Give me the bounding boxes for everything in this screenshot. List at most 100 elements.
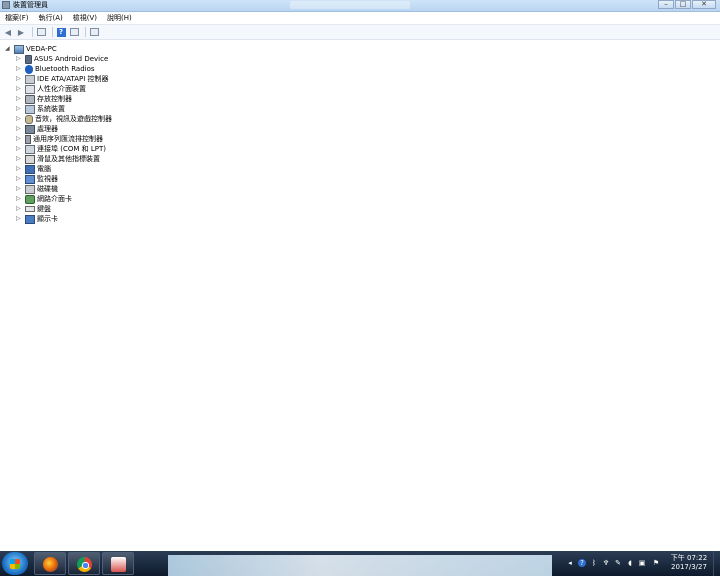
tree-item-ports[interactable]: ▷ 連接埠 (COM 和 LPT): [16, 144, 106, 154]
tree-item-label: 滑鼠及其他指標裝置: [37, 155, 100, 163]
tree-item-label: 人性化介面裝置: [37, 85, 86, 93]
tree-item-usb[interactable]: ▷ 通用序列匯流排控制器: [16, 134, 103, 144]
volume-icon[interactable]: ◖: [626, 559, 634, 567]
menu-action[interactable]: 執行(A): [39, 12, 63, 24]
clock[interactable]: 下午 07:22 2017/3/27: [668, 554, 710, 572]
taskbar-firefox[interactable]: [34, 552, 66, 575]
menu-file[interactable]: 檔案(F): [5, 12, 29, 24]
tree-item-hid[interactable]: ▷ 人性化介面裝置: [16, 84, 86, 94]
tree-item-label: 顯示卡: [37, 215, 58, 223]
back-button[interactable]: ◀: [3, 27, 13, 37]
minimize-button[interactable]: –: [658, 0, 674, 9]
arrow-right-icon: ▶: [17, 27, 25, 37]
close-button[interactable]: ✕: [692, 0, 716, 9]
expand-triangle-icon[interactable]: ▷: [16, 174, 22, 184]
expand-triangle-icon[interactable]: ▷: [16, 124, 22, 134]
expand-triangle-icon[interactable]: ▷: [16, 114, 22, 124]
tree-item-label: 系統裝置: [37, 105, 65, 113]
expand-triangle-icon[interactable]: ▷: [16, 104, 22, 114]
collapse-triangle-icon[interactable]: ◢: [5, 44, 11, 54]
tree-item-label: 存放控制器: [37, 95, 72, 103]
processor-icon: [25, 124, 35, 134]
bluetooth-icon[interactable]: ᛒ: [590, 559, 598, 567]
network-icon[interactable]: ▣: [638, 559, 646, 567]
display-adapter-icon: [25, 214, 35, 224]
tree-item-ide[interactable]: ▷ IDE ATA/ATAPI 控制器: [16, 74, 109, 84]
expand-triangle-icon[interactable]: ▷: [16, 214, 22, 224]
help-icon[interactable]: ?: [578, 559, 586, 567]
ide-controller-icon: [25, 74, 35, 84]
tree-item-label: 網路介面卡: [37, 195, 72, 203]
action-center-flag-icon[interactable]: ⚑: [652, 559, 660, 567]
window-controls: – □ ✕: [658, 0, 716, 9]
tree-item-mice[interactable]: ▷ 滑鼠及其他指標裝置: [16, 154, 100, 164]
expand-triangle-icon[interactable]: ▷: [16, 164, 22, 174]
keyboard-icon: [25, 206, 35, 212]
expand-triangle-icon[interactable]: ▷: [16, 204, 22, 214]
speaker-icon: [25, 114, 33, 124]
monitor-icon: [25, 174, 35, 184]
expand-triangle-icon[interactable]: ▷: [16, 74, 22, 84]
menu-view[interactable]: 檢視(V): [73, 12, 97, 24]
system-tray: ◂ ? ᛒ ♆ ✎ ◖ ▣ ⚑ 下午 07:22 2017/3/27: [562, 551, 720, 576]
tree-item-processors[interactable]: ▷ 處理器: [16, 124, 58, 134]
pen-icon[interactable]: ✎: [614, 559, 622, 567]
clock-time: 下午 07:22: [670, 554, 708, 562]
help-button[interactable]: ?: [56, 27, 66, 37]
tree-item-label: 電腦: [37, 165, 51, 173]
toolbar-separator: [85, 27, 86, 37]
port-icon: [25, 144, 35, 154]
toolbar-separator: [52, 27, 53, 37]
tree-item-bluetooth[interactable]: ▷ Bluetooth Radios: [16, 64, 95, 74]
tree-item-monitors[interactable]: ▷ 監視器: [16, 174, 58, 184]
maximize-button[interactable]: □: [675, 0, 691, 9]
usb-icon[interactable]: ♆: [602, 559, 610, 567]
usb-icon: [25, 134, 31, 144]
start-button[interactable]: [2, 552, 28, 575]
tree-item-asus-android[interactable]: ▷ ASUS Android Device: [16, 54, 108, 64]
scan-hardware-button[interactable]: [89, 27, 99, 37]
arrow-left-icon: ◀: [4, 27, 12, 37]
tree-root[interactable]: ◢ VEDA-PC: [5, 44, 57, 54]
windows-logo-icon: [10, 559, 20, 569]
console-tree-button[interactable]: [36, 27, 46, 37]
tree-item-label: 音效，視訊及遊戲控制器: [35, 115, 112, 123]
tree-item-audio[interactable]: ▷ 音效，視訊及遊戲控制器: [16, 114, 112, 124]
tree-item-storage-controller[interactable]: ▷ 存放控制器: [16, 94, 72, 104]
tray-arrow-icon[interactable]: ◂: [566, 559, 574, 567]
tree-item-display-adapters[interactable]: ▷ 顯示卡: [16, 214, 58, 224]
window-title: 裝置管理員: [13, 1, 48, 9]
expand-triangle-icon[interactable]: ▷: [16, 194, 22, 204]
tree-item-system-devices[interactable]: ▷ 系統裝置: [16, 104, 65, 114]
expand-triangle-icon[interactable]: ▷: [16, 144, 22, 154]
tree-item-computer[interactable]: ▷ 電腦: [16, 164, 51, 174]
properties-icon: [69, 28, 79, 36]
taskbar: ◂ ? ᛒ ♆ ✎ ◖ ▣ ⚑ 下午 07:22 2017/3/27: [0, 551, 720, 576]
expand-triangle-icon[interactable]: ▷: [16, 134, 22, 144]
phone-icon: [25, 54, 32, 64]
tree-item-keyboards[interactable]: ▷ 鍵盤: [16, 204, 51, 214]
taskbar-chrome[interactable]: [68, 552, 100, 575]
tree-item-label: 監視器: [37, 175, 58, 183]
tree-item-network-adapters[interactable]: ▷ 網路介面卡: [16, 194, 72, 204]
tree-item-disk-drives[interactable]: ▷ 磁碟機: [16, 184, 58, 194]
help-icon: ?: [56, 27, 66, 37]
expand-triangle-icon[interactable]: ▷: [16, 54, 22, 64]
taskbar-device-manager[interactable]: [102, 552, 134, 575]
expand-triangle-icon[interactable]: ▷: [16, 184, 22, 194]
menu-help[interactable]: 說明(H): [107, 12, 132, 24]
show-desktop-button[interactable]: [713, 551, 720, 576]
console-tree-icon: [36, 28, 46, 36]
device-manager-icon: [2, 1, 10, 9]
tree-root-label: VEDA-PC: [26, 45, 57, 53]
forward-button[interactable]: ▶: [16, 27, 26, 37]
expand-triangle-icon[interactable]: ▷: [16, 94, 22, 104]
properties-button[interactable]: [69, 27, 79, 37]
tree-item-label: 處理器: [37, 125, 58, 133]
clock-date: 2017/3/27: [671, 563, 707, 571]
expand-triangle-icon[interactable]: ▷: [16, 64, 22, 74]
toolbar: ◀ ▶ ?: [0, 24, 720, 40]
computer-icon: [14, 44, 24, 54]
expand-triangle-icon[interactable]: ▷: [16, 154, 22, 164]
expand-triangle-icon[interactable]: ▷: [16, 84, 22, 94]
